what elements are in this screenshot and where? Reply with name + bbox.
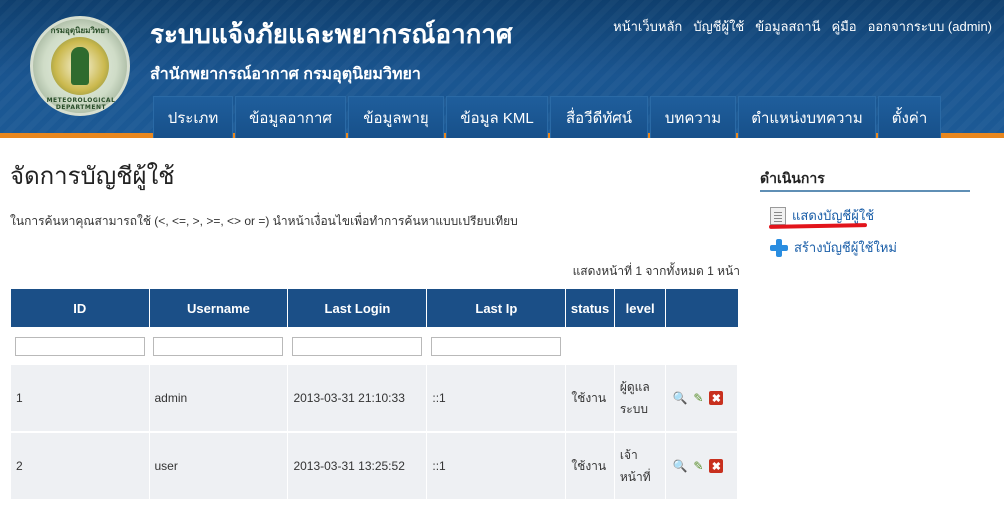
logo-figure-icon	[71, 47, 89, 85]
level-line2: หน้าที่	[619, 470, 651, 484]
level-line1: ผู้ดูแล	[619, 380, 650, 394]
site-title: ระบบแจ้งภัยและพยากรณ์อากาศ	[150, 19, 513, 49]
red-underline-annotation	[768, 223, 868, 229]
pager-summary: แสดงหน้าที่ 1 จากทั้งหมด 1 หน้า	[572, 264, 740, 278]
site-subtitle: สำนักพยากรณ์อากาศ กรมอุตุนิยมวิทยา	[150, 66, 421, 83]
cell-level: เจ้า หน้าที่	[614, 433, 667, 499]
column-last-login[interactable]: Last Login	[287, 289, 428, 327]
column-last-ip[interactable]: Last Ip	[426, 289, 567, 327]
filter-row	[11, 327, 738, 365]
cell-actions: 🔍 ✎ ✖	[665, 365, 738, 431]
top-link-logout[interactable]: ออกจากระบบ (admin)	[868, 16, 992, 37]
pencil-icon[interactable]: ✎	[691, 391, 705, 405]
tab-articles[interactable]: บทความ	[650, 96, 736, 138]
pencil-icon[interactable]: ✎	[691, 459, 705, 473]
plus-icon	[770, 238, 788, 257]
top-navigation: หน้าเว็บหลัก บัญชีผู้ใช้ ข้อมูลสถานี คู่…	[613, 16, 992, 37]
cell-status: ใช้งาน	[565, 433, 615, 499]
top-link-accounts[interactable]: บัญชีผู้ใช้	[693, 16, 744, 37]
department-logo[interactable]: กรมอุตุนิยมวิทยา METEOROLOGICAL DEPARTME…	[30, 16, 130, 116]
cell-last-ip: ::1	[426, 433, 567, 499]
search-hint: ในการค้นหาคุณสามารถใช้ (<, <=, >, >=, <>…	[10, 214, 518, 228]
column-actions	[665, 289, 738, 327]
cell-status: ใช้งาน	[565, 365, 615, 431]
filter-id-input[interactable]	[15, 336, 145, 356]
main-navigation: ประเภท ข้อมูลอากาศ ข้อมูลพายุ ข้อมูล KML…	[153, 96, 941, 138]
cell-id: 1	[11, 365, 150, 431]
sidebar-title: ดำเนินการ	[760, 170, 825, 186]
tab-category[interactable]: ประเภท	[153, 96, 233, 138]
filter-last-ip-input[interactable]	[430, 336, 561, 356]
column-level[interactable]: level	[614, 289, 667, 327]
cell-username: admin	[149, 365, 289, 431]
tab-storm-data[interactable]: ข้อมูลพายุ	[348, 96, 444, 138]
filter-last-login-input[interactable]	[291, 336, 422, 356]
delete-icon[interactable]: ✖	[709, 459, 724, 473]
tab-kml-data[interactable]: ข้อมูล KML	[446, 96, 548, 138]
user-table: ID Username Last Login Last Ip status le…	[11, 289, 738, 499]
logo-text-bottom: METEOROLOGICAL DEPARTMENT	[46, 97, 116, 111]
cell-last-login: 2013-03-31 21:10:33	[287, 365, 428, 431]
document-list-icon	[770, 206, 786, 225]
top-link-manual[interactable]: คู่มือ	[832, 16, 857, 37]
cell-id: 2	[11, 433, 150, 499]
level-line1: เจ้า	[619, 448, 638, 462]
magnifier-icon[interactable]: 🔍	[673, 391, 688, 405]
column-status[interactable]: status	[565, 289, 615, 327]
logo-text-top: กรมอุตุนิยมวิทยา	[50, 26, 110, 35]
tab-settings[interactable]: ตั้งค่า	[878, 96, 941, 138]
cell-last-login: 2013-03-31 13:25:52	[287, 433, 428, 499]
column-username[interactable]: Username	[149, 289, 289, 327]
magnifier-icon[interactable]: 🔍	[673, 459, 688, 473]
create-user-link[interactable]: สร้างบัญชีผู้ใช้ใหม่	[770, 237, 897, 258]
level-line2: ระบบ	[619, 402, 648, 416]
sidebar-divider	[760, 190, 970, 192]
cell-actions: 🔍 ✎ ✖	[665, 433, 738, 499]
page-title: จัดการบัญชีผู้ใช้	[10, 163, 175, 190]
delete-icon[interactable]: ✖	[709, 391, 724, 405]
column-id[interactable]: ID	[11, 289, 150, 327]
tab-article-positions[interactable]: ตำแหน่งบทความ	[738, 96, 876, 138]
cell-level: ผู้ดูแล ระบบ	[614, 365, 667, 431]
filter-username-input[interactable]	[153, 336, 283, 356]
tab-weather-data[interactable]: ข้อมูลอากาศ	[235, 96, 346, 138]
top-link-stations[interactable]: ข้อมูลสถานี	[755, 16, 820, 37]
top-link-home[interactable]: หน้าเว็บหลัก	[613, 16, 682, 37]
tab-video-media[interactable]: สื่อวีดีทัศน์	[550, 96, 648, 138]
cell-username: user	[149, 433, 289, 499]
table-row: 2 user 2013-03-31 13:25:52 ::1 ใช้งาน เจ…	[11, 433, 738, 499]
cell-last-ip: ::1	[426, 365, 567, 431]
create-user-label: สร้างบัญชีผู้ใช้ใหม่	[794, 240, 897, 255]
table-header-row: ID Username Last Login Last Ip status le…	[11, 289, 738, 327]
table-row: 1 admin 2013-03-31 21:10:33 ::1 ใช้งาน ผ…	[11, 365, 738, 431]
